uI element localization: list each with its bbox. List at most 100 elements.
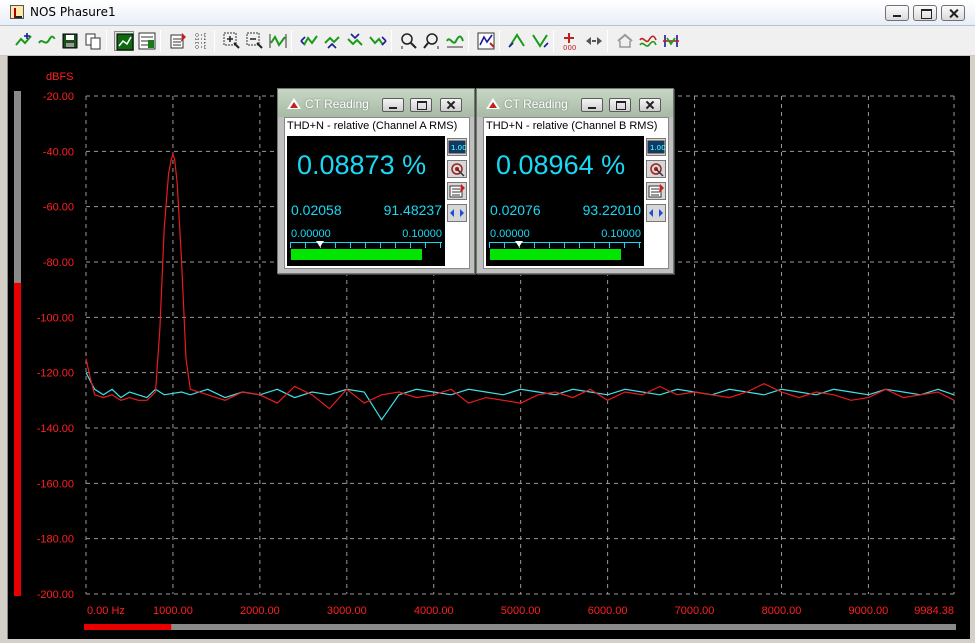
add-trace-icon[interactable] — [14, 31, 34, 51]
ct-reading-window-a[interactable]: CT Reading THD+N - relative (Channel A R… — [277, 88, 475, 274]
meter-range-max: 0.10000 — [402, 228, 442, 240]
grid-icon[interactable] — [191, 31, 211, 51]
meter-display: 0.08873 % 0.02058 91.48237 0.00000 0.100… — [287, 136, 445, 266]
y-tick-label: -160.00 — [37, 478, 74, 490]
save-icon[interactable] — [60, 31, 80, 51]
x-tick-label: 6000.00 — [588, 605, 628, 617]
svg-text:1.00: 1.00 — [451, 144, 466, 152]
signal-gen-icon[interactable]: 000 — [561, 31, 581, 51]
meter-bar — [290, 241, 442, 262]
y-tick-label: -180.00 — [37, 534, 74, 546]
right-frame — [970, 56, 975, 643]
meter-range-min: 0.00000 — [291, 228, 331, 240]
x-tick-label: 9984.38 — [914, 605, 954, 617]
target-icon[interactable] — [447, 160, 467, 178]
svg-text:000: 000 — [563, 44, 576, 51]
toolbar: 000 — [0, 26, 975, 56]
minimize-button[interactable] — [885, 5, 909, 21]
zoom-out-icon[interactable] — [245, 31, 265, 51]
graph-settings-icon[interactable] — [137, 31, 157, 51]
wave-icon[interactable] — [445, 31, 465, 51]
y-tick-label: -100.00 — [37, 312, 74, 324]
arrows-icon[interactable] — [584, 31, 604, 51]
ct-minimize-button[interactable] — [382, 98, 404, 112]
ct-title-bar[interactable]: CT Reading — [477, 89, 673, 117]
settings-sheet-icon[interactable] — [447, 182, 467, 200]
expand-arrows-icon[interactable] — [447, 204, 467, 222]
zoom-y-icon[interactable] — [422, 31, 442, 51]
copy-icon[interactable] — [83, 31, 103, 51]
y-tick-label: -60.00 — [43, 202, 74, 214]
ct-maximize-button[interactable] — [410, 98, 432, 112]
toolbar-separator — [607, 30, 608, 52]
cursor-down-icon[interactable] — [345, 31, 365, 51]
toolbar-separator — [160, 30, 161, 52]
ct-maximize-button[interactable] — [609, 98, 631, 112]
x-tick-label: 5000.00 — [501, 605, 541, 617]
target-icon[interactable] — [646, 160, 666, 178]
toolbar-separator — [214, 30, 215, 52]
cursor-up-icon[interactable] — [322, 31, 342, 51]
y-tick-label: -20.00 — [43, 91, 74, 103]
meter-marker — [515, 241, 523, 247]
toolbar-separator — [291, 30, 292, 52]
meter-sub-value-1: 0.02076 — [490, 202, 541, 218]
close-button[interactable] — [941, 5, 965, 21]
x-tick-label: 2000.00 — [240, 605, 280, 617]
ct-close-button[interactable] — [639, 98, 661, 112]
app-icon — [10, 5, 24, 19]
overlay-icon[interactable] — [638, 31, 658, 51]
ct-logo-icon — [287, 98, 301, 109]
app-window: NOS Phasure1 000 dBFS -20.00 -40.00 -60.00 -… — [0, 0, 975, 643]
meter-bar-fill — [490, 249, 621, 260]
ct-body: THD+N - relative (Channel B RMS) 0.08964… — [483, 117, 669, 269]
y-tick-label: -40.00 — [43, 146, 74, 158]
meter-sub-value-2: 91.48237 — [383, 202, 442, 218]
meter-marker — [316, 241, 324, 247]
settings-sheet-icon[interactable] — [646, 182, 666, 200]
y-tick-label: -80.00 — [43, 257, 74, 269]
edit-sheet-icon[interactable] — [168, 31, 188, 51]
meter-display: 0.08964 % 0.02076 93.22010 0.00000 0.100… — [486, 136, 644, 266]
meter-bar — [489, 241, 641, 262]
left-frame — [0, 56, 8, 643]
trace-edit-icon[interactable] — [37, 31, 57, 51]
ct-minimize-button[interactable] — [581, 98, 603, 112]
meter-bar-fill — [291, 249, 422, 260]
level-scrollbar-fill — [14, 282, 21, 596]
home-icon[interactable] — [615, 31, 635, 51]
scale-button[interactable]: 1.00 — [447, 138, 467, 156]
meter-sub-value-1: 0.02058 — [291, 202, 342, 218]
toolbar-separator — [553, 30, 554, 52]
meter-bar-ticks — [290, 243, 442, 248]
peak-down-icon[interactable] — [530, 31, 550, 51]
peak-up-icon[interactable] — [507, 31, 527, 51]
measurement-label: THD+N - relative (Channel B RMS) — [486, 120, 658, 132]
window-title: NOS Phasure1 — [30, 5, 116, 19]
svg-text:1.00: 1.00 — [650, 144, 665, 152]
scale-button[interactable]: 1.00 — [646, 138, 666, 156]
range-scrollbar-fill — [84, 624, 172, 630]
bottom-frame — [0, 639, 975, 643]
expand-arrows-icon[interactable] — [646, 204, 666, 222]
ct-reading-window-b[interactable]: CT Reading THD+N - relative (Channel B R… — [476, 88, 674, 274]
meter-value: 0.08873 % — [297, 150, 427, 180]
cursor-left-icon[interactable] — [299, 31, 319, 51]
ct-title-bar[interactable]: CT Reading — [278, 89, 474, 117]
y-tick-label: -120.00 — [37, 368, 74, 380]
autoscale-icon[interactable] — [268, 31, 288, 51]
ct-title: CT Reading — [305, 97, 369, 111]
toolbar-separator — [499, 30, 500, 52]
normalize-icon[interactable] — [661, 31, 681, 51]
ct-close-button[interactable] — [440, 98, 462, 112]
graph-view-icon[interactable] — [114, 31, 134, 51]
toolbar-separator — [106, 30, 107, 52]
toolbar-separator — [391, 30, 392, 52]
meter-bar-ticks — [489, 243, 641, 248]
cursor-right-icon[interactable] — [368, 31, 388, 51]
zoom-in-icon[interactable] — [222, 31, 242, 51]
zoom-x-icon[interactable] — [399, 31, 419, 51]
ct-logo-icon — [486, 98, 500, 109]
marker-icon[interactable] — [476, 31, 496, 51]
maximize-button[interactable] — [913, 5, 937, 21]
